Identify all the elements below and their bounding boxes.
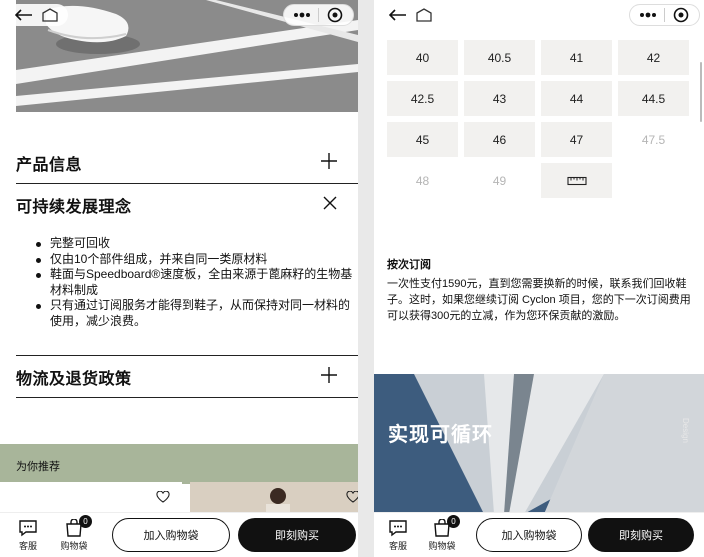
ruler-icon <box>566 176 587 185</box>
size-option[interactable]: 46 <box>464 122 535 157</box>
recommend-section: 为你推荐 <box>0 444 358 484</box>
size-option[interactable]: 40.5 <box>464 40 535 75</box>
accordion-sustainability[interactable]: 可持续发展理念 <box>16 192 358 218</box>
sustainability-bullet-list: 完整可回收 仅由10个部件组成，并来自同一类原材料 鞋面与Speedboard®… <box>34 236 354 329</box>
size-option[interactable]: 47 <box>541 122 612 157</box>
customer-service-button[interactable]: 客服 <box>8 519 48 552</box>
bottom-action-bar: 客服 0 购物袋 加入购物袋 即刻购买 <box>0 512 358 557</box>
home-icon[interactable] <box>40 5 60 25</box>
subscription-body: 一次性支付1590元，直到您需要换新的时候，联系我们回收鞋子。这时，如果您继续订… <box>387 278 691 322</box>
plus-icon <box>320 152 338 175</box>
heart-icon[interactable] <box>156 490 170 508</box>
banner-headline: 实现可循环 <box>388 424 493 446</box>
back-arrow-icon[interactable] <box>14 5 34 25</box>
size-option[interactable]: 43 <box>464 81 535 116</box>
buy-now-button[interactable]: 即刻购买 <box>588 518 694 552</box>
left-screen: 产品信息 可持续发展理念 完整可回收 仅由10个部件组成，并来自同一类原材料 鞋… <box>0 0 358 557</box>
recommend-title: 为你推荐 <box>16 461 60 473</box>
capsule-divider <box>664 8 665 22</box>
cart-count-badge: 0 <box>79 514 92 528</box>
customer-service-button[interactable]: 客服 <box>378 519 418 552</box>
accordion-product-info[interactable]: 产品信息 <box>16 150 358 176</box>
top-nav <box>374 0 704 30</box>
chat-icon <box>19 519 37 536</box>
cart-label: 购物袋 <box>428 540 456 551</box>
list-item: 仅由10个部件组成，并来自同一类原材料 <box>34 252 354 268</box>
cart-button[interactable]: 0 购物袋 <box>54 514 94 552</box>
nav-right-capsule <box>629 4 700 26</box>
nav-left-group <box>6 4 68 26</box>
more-icon[interactable] <box>292 5 312 25</box>
add-to-cart-button[interactable]: 加入购物袋 <box>112 518 230 552</box>
size-guide-button[interactable] <box>541 163 612 198</box>
right-screen: 40 40.5 41 42 42.5 43 44 44.5 45 46 47 47.5 48 49 按次订… <box>374 0 704 557</box>
buy-now-button[interactable]: 即刻购买 <box>238 518 356 552</box>
recommend-card[interactable] <box>190 482 358 512</box>
circularity-banner: 实现可循环 Design <box>374 374 704 514</box>
accordion-title: 物流及退货政策 <box>16 371 132 388</box>
top-nav <box>0 0 358 30</box>
size-option[interactable]: 40 <box>387 40 458 75</box>
size-option[interactable]: 42.5 <box>387 81 458 116</box>
service-label: 客服 <box>18 540 37 551</box>
accordion-shipping-returns[interactable]: 物流及退货政策 <box>16 364 358 390</box>
accordion-title: 产品信息 <box>16 157 83 174</box>
cart-count-badge: 0 <box>447 514 460 528</box>
divider <box>16 355 358 356</box>
size-option[interactable]: 44.5 <box>618 81 689 116</box>
heart-icon[interactable] <box>346 490 358 508</box>
bottom-action-bar: 客服 0 购物袋 加入购物袋 即刻购买 <box>374 512 704 557</box>
size-selector-grid: 40 40.5 41 42 42.5 43 44 44.5 45 46 47 47.5 48 49 <box>387 40 691 198</box>
size-option: 49 <box>464 163 535 198</box>
close-icon <box>322 195 338 216</box>
size-option[interactable]: 41 <box>541 40 612 75</box>
banner-vertical-label: Design <box>681 418 690 443</box>
divider <box>16 397 358 398</box>
capsule-divider <box>318 8 319 22</box>
chat-icon <box>389 519 407 536</box>
home-icon[interactable] <box>414 5 434 25</box>
nav-left-group <box>380 4 442 26</box>
list-item: 完整可回收 <box>34 236 354 252</box>
close-miniprogram-icon[interactable] <box>325 5 345 25</box>
close-miniprogram-icon[interactable] <box>671 5 691 25</box>
nav-right-capsule <box>283 4 354 26</box>
accordion-title: 可持续发展理念 <box>16 199 132 216</box>
more-icon[interactable] <box>638 5 658 25</box>
plus-icon <box>320 366 338 389</box>
list-item: 鞋面与Speedboard®速度板，全由来源于蓖麻籽的生物基材料制成 <box>34 267 354 298</box>
size-option: 48 <box>387 163 458 198</box>
service-label: 客服 <box>388 540 407 551</box>
cart-button[interactable]: 0 购物袋 <box>422 514 462 552</box>
size-option[interactable]: 42 <box>618 40 689 75</box>
recommend-card[interactable] <box>0 482 182 512</box>
size-option: 47.5 <box>618 122 689 157</box>
cart-label: 购物袋 <box>60 540 88 551</box>
divider <box>16 183 358 184</box>
person-illustration <box>266 488 290 512</box>
back-arrow-icon[interactable] <box>388 5 408 25</box>
list-item: 只有通过订阅服务才能得到鞋子，从而保持对同一材料的使用，减少浪费。 <box>34 298 354 329</box>
scrollbar[interactable] <box>700 62 702 122</box>
subscription-title: 按次订阅 <box>387 259 431 271</box>
size-option[interactable]: 44 <box>541 81 612 116</box>
size-option[interactable]: 45 <box>387 122 458 157</box>
add-to-cart-button[interactable]: 加入购物袋 <box>476 518 582 552</box>
